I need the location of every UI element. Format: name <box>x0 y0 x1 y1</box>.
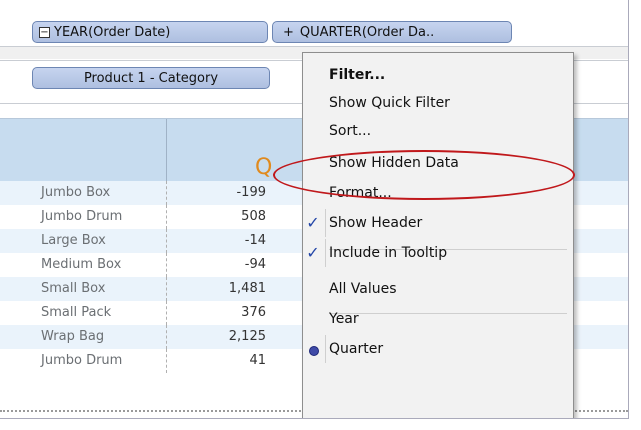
menu-item-label: Year <box>329 311 359 327</box>
row-category-label: Medium Box <box>41 257 122 272</box>
row-value: 2,125 <box>228 329 266 344</box>
menu-item-label: Sort... <box>329 123 372 139</box>
row-category-label: Small Pack <box>41 305 112 320</box>
row-value: -94 <box>244 257 266 272</box>
menu-item-quarter[interactable]: Quarter <box>303 335 573 363</box>
row-value: 1,481 <box>228 281 266 296</box>
menu-item-all-values[interactable]: All Values <box>303 275 573 303</box>
menu-item-label: Show Header <box>329 215 423 231</box>
row-value: 41 <box>249 353 266 368</box>
check-mark-icon: ✓ <box>306 213 320 232</box>
radio-dot-icon <box>309 346 319 356</box>
year-pill-label: YEAR(Order Date) <box>54 25 171 40</box>
quarter-pill-label: QUARTER(Order Da.. <box>299 25 435 40</box>
row-value: 376 <box>241 305 266 320</box>
menu-item-sort[interactable]: Sort... <box>303 117 573 145</box>
check-mark-icon: ✓ <box>306 243 320 262</box>
menu-item-filter[interactable]: Filter... <box>303 61 573 89</box>
year-order-date-pill[interactable]: − YEAR(Order Date) <box>32 21 268 43</box>
quarter-order-date-pill[interactable]: + QUARTER(Order Da.. <box>272 21 512 43</box>
row-category-label: Large Box <box>41 233 106 248</box>
menu-item-label: All Values <box>329 281 397 297</box>
plus-icon[interactable]: + <box>283 22 294 44</box>
highlight-ellipse <box>273 150 575 200</box>
row-category-label: Jumbo Drum <box>41 353 123 368</box>
row-category-label: Jumbo Box <box>41 185 111 200</box>
minus-box-icon[interactable]: − <box>39 27 50 38</box>
row-value: 508 <box>241 209 266 224</box>
header-divider <box>166 119 167 181</box>
columns-shelf: − YEAR(Order Date) + QUARTER(Order Da.. <box>0 0 628 47</box>
menu-item-year[interactable]: Year <box>303 305 573 333</box>
menu-item-label: Include in Tooltip <box>329 245 448 261</box>
row-category-label: Wrap Bag <box>41 329 105 344</box>
menu-item-label: Show Quick Filter <box>329 95 450 111</box>
row-category-label: Jumbo Drum <box>41 209 123 224</box>
product-category-pill[interactable]: Product 1 - Category <box>32 67 270 89</box>
header-peek-text: Q <box>255 155 273 180</box>
context-menu: Filter... Show Quick Filter Sort... Show Hi… <box>302 52 574 418</box>
tableau-worksheet: − YEAR(Order Date) + QUARTER(Order Da.. Pr… <box>0 0 629 419</box>
category-pill-label: Product 1 - Category <box>83 71 219 86</box>
row-value: -14 <box>244 233 266 248</box>
menu-item-show-quick-filter[interactable]: Show Quick Filter <box>303 89 573 117</box>
menu-item-show-header[interactable]: ✓ Show Header <box>303 209 573 237</box>
menu-item-label: Quarter <box>329 341 384 357</box>
menu-item-label: Filter... <box>329 67 386 83</box>
menu-item-include-in-tooltip[interactable]: ✓ Include in Tooltip <box>303 239 573 267</box>
row-value: -199 <box>236 185 266 200</box>
row-category-label: Small Box <box>41 281 106 296</box>
